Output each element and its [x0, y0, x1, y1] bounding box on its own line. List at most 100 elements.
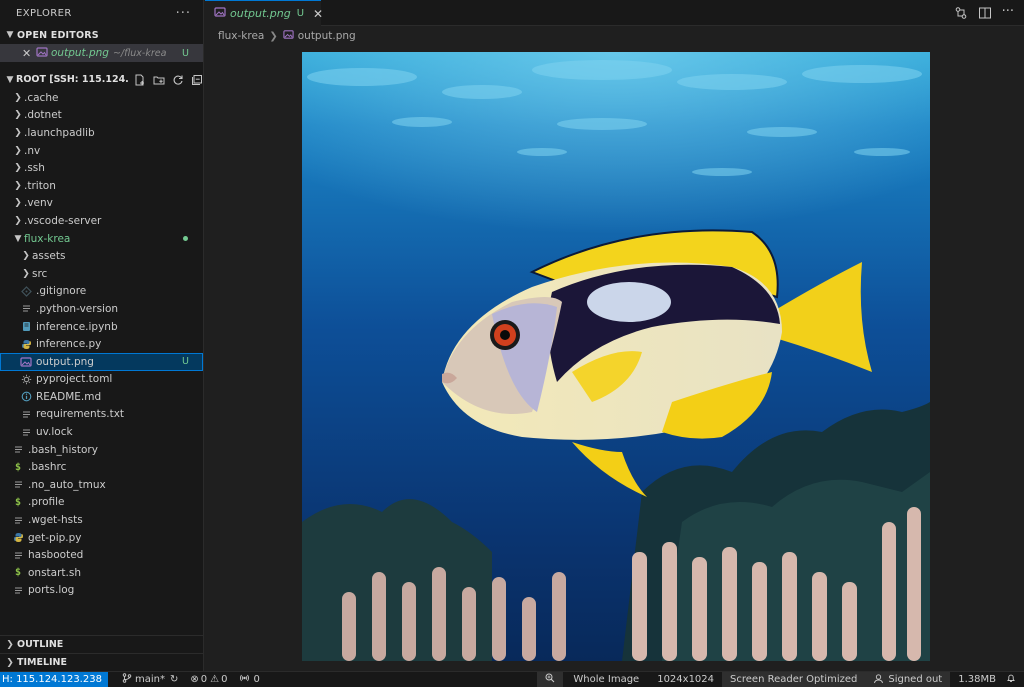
open-editor-path: ~/flux-krea: [112, 47, 167, 59]
tab-untracked-badge: U: [296, 8, 305, 19]
outline-section-header[interactable]: ❯ OUTLINE: [0, 635, 203, 653]
text-file-icon: [20, 426, 32, 438]
open-editors-title: OPEN EDITORS: [17, 29, 99, 41]
open-changes-icon[interactable]: [954, 6, 968, 23]
problems-indicator[interactable]: ⊗ 0 ⚠ 0: [184, 672, 233, 687]
breadcrumb-file[interactable]: output.png: [298, 30, 356, 42]
chevron-right-icon: ❯: [6, 657, 14, 668]
tree-item-dot-bashrc[interactable]: $ .bashrc: [0, 458, 203, 476]
tree-item-label: .python-version: [36, 302, 119, 315]
open-editors-header[interactable]: ▼ OPEN EDITORS: [0, 26, 203, 44]
tree-item-dot-profile[interactable]: $ .profile: [0, 494, 203, 512]
chevron-down-icon: ▼: [6, 74, 14, 85]
tree-item-requirements-txt[interactable]: requirements.txt: [0, 406, 203, 424]
tree-item-onstart-sh[interactable]: $ onstart.sh: [0, 564, 203, 582]
warning-count: 0: [221, 674, 228, 685]
tree-item-label: .vscode-server: [24, 214, 102, 227]
zoom-button[interactable]: [537, 671, 564, 687]
ports-count: 0: [253, 674, 260, 685]
tree-item-dot-nv[interactable]: ❯ .nv: [0, 142, 203, 160]
image-file-icon: [283, 29, 294, 43]
account-icon: [873, 673, 884, 687]
tree-item-readme-md[interactable]: README.md: [0, 388, 203, 406]
tree-item-output-png[interactable]: output.png U: [0, 352, 203, 371]
tree-item-pyproject-toml[interactable]: pyproject.toml: [0, 371, 203, 389]
ports-indicator[interactable]: 0: [233, 672, 265, 687]
tree-item-label: inference.ipynb: [36, 320, 118, 333]
tree-item-hasbooted[interactable]: hasbooted: [0, 546, 203, 564]
tree-item-uv-lock[interactable]: uv.lock: [0, 423, 203, 441]
root-folder-header[interactable]: ▼ ROOT [SSH: 115.124...: [0, 70, 203, 89]
tree-item-label: .bash_history: [28, 443, 98, 456]
image-file-icon: [36, 46, 48, 61]
more-actions-icon[interactable]: ···: [176, 6, 191, 21]
tree-item-src[interactable]: ❯ src: [0, 265, 203, 283]
chevron-right-icon: ❯: [22, 268, 30, 279]
chevron-right-icon: ❯: [14, 215, 22, 226]
tree-item-flux-krea[interactable]: ▼ flux-krea: [0, 230, 203, 248]
tree-item-dot-venv[interactable]: ❯ .venv: [0, 195, 203, 213]
more-actions-icon[interactable]: ···: [1002, 5, 1014, 23]
tree-item-label: .ssh: [24, 162, 45, 175]
tree-item-label: ports.log: [28, 584, 75, 597]
branch-indicator[interactable]: main* ↻: [116, 672, 184, 687]
tree-item-dot-vscode-server[interactable]: ❯ .vscode-server: [0, 212, 203, 230]
tree-item-dot-bash-history[interactable]: .bash_history: [0, 441, 203, 459]
close-icon[interactable]: ✕: [22, 47, 36, 60]
new-folder-icon[interactable]: [153, 74, 165, 86]
screen-reader-mode[interactable]: Screen Reader Optimized: [722, 671, 866, 687]
timeline-section-header[interactable]: ❯ TIMELINE: [0, 653, 203, 671]
tree-item-label: requirements.txt: [36, 408, 125, 421]
tree-item-inference-py[interactable]: inference.py: [0, 335, 203, 353]
tree-item-inference-ipynb[interactable]: inference.ipynb: [0, 318, 203, 336]
sync-icon[interactable]: ↻: [170, 674, 178, 685]
image-preview[interactable]: [302, 52, 930, 661]
notifications-button[interactable]: [1004, 672, 1024, 687]
text-file-icon: [12, 444, 24, 456]
tree-item-dot-launchpadlib[interactable]: ❯ .launchpadlib: [0, 124, 203, 142]
account-status[interactable]: Signed out: [865, 671, 951, 687]
chevron-right-icon: ❯: [14, 110, 22, 121]
zoom-icon: [545, 673, 555, 686]
tree-item-dot-wget-hsts[interactable]: .wget-hsts: [0, 511, 203, 529]
modified-dot: [183, 236, 188, 242]
tree-item-label: get-pip.py: [28, 531, 82, 544]
zoom-mode[interactable]: Whole Image: [563, 672, 649, 687]
untracked-badge: U: [182, 356, 189, 368]
refresh-icon[interactable]: [172, 74, 184, 86]
tree-item-label: .cache: [24, 91, 59, 104]
file-size: 1.38MB: [950, 672, 1004, 687]
new-file-icon[interactable]: [134, 74, 146, 86]
split-editor-icon[interactable]: [978, 6, 992, 23]
tree-item-label: .no_auto_tmux: [28, 478, 106, 491]
close-icon[interactable]: ✕: [313, 7, 323, 21]
chevron-right-icon: ❯: [6, 639, 14, 650]
chevron-right-icon: ❯: [14, 198, 22, 209]
python-file-icon: [12, 532, 24, 544]
collapse-all-icon[interactable]: [191, 74, 203, 86]
tree-item-dot-no-auto-tmux[interactable]: .no_auto_tmux: [0, 476, 203, 494]
tree-item-dot-gitignore[interactable]: .gitignore: [0, 283, 203, 301]
tree-item-label: flux-krea: [24, 232, 71, 245]
open-editor-item[interactable]: ✕ output.png ~/flux-krea U: [0, 44, 203, 62]
tab-output-png[interactable]: output.png U ✕: [205, 0, 323, 26]
breadcrumb-folder[interactable]: flux-krea: [218, 30, 264, 42]
tree-item-ports-log[interactable]: ports.log: [0, 582, 203, 600]
text-file-icon: [12, 584, 24, 596]
tree-item-dot-ssh[interactable]: ❯ .ssh: [0, 159, 203, 177]
image-file-icon: [20, 356, 32, 368]
chevron-right-icon: ❯: [14, 145, 22, 156]
tree-item-dot-triton[interactable]: ❯ .triton: [0, 177, 203, 195]
image-dimensions: 1024x1024: [649, 672, 722, 687]
remote-indicator[interactable]: H: 115.124.123.238: [0, 671, 108, 687]
tree-item-get-pip-py[interactable]: get-pip.py: [0, 529, 203, 547]
tree-item-label: .profile: [28, 496, 65, 509]
tree-item-assets[interactable]: ❯ assets: [0, 247, 203, 265]
tree-item-label: .launchpadlib: [24, 126, 95, 139]
tree-item-dot-dotnet[interactable]: ❯ .dotnet: [0, 107, 203, 125]
tree-item-dot-python-version[interactable]: .python-version: [0, 300, 203, 318]
breadcrumb: flux-krea ❯ output.png: [205, 26, 1024, 46]
shell-file-icon: $: [14, 461, 22, 473]
shell-file-icon: $: [14, 496, 22, 508]
tree-item-dot-cache[interactable]: ❯ .cache: [0, 89, 203, 107]
